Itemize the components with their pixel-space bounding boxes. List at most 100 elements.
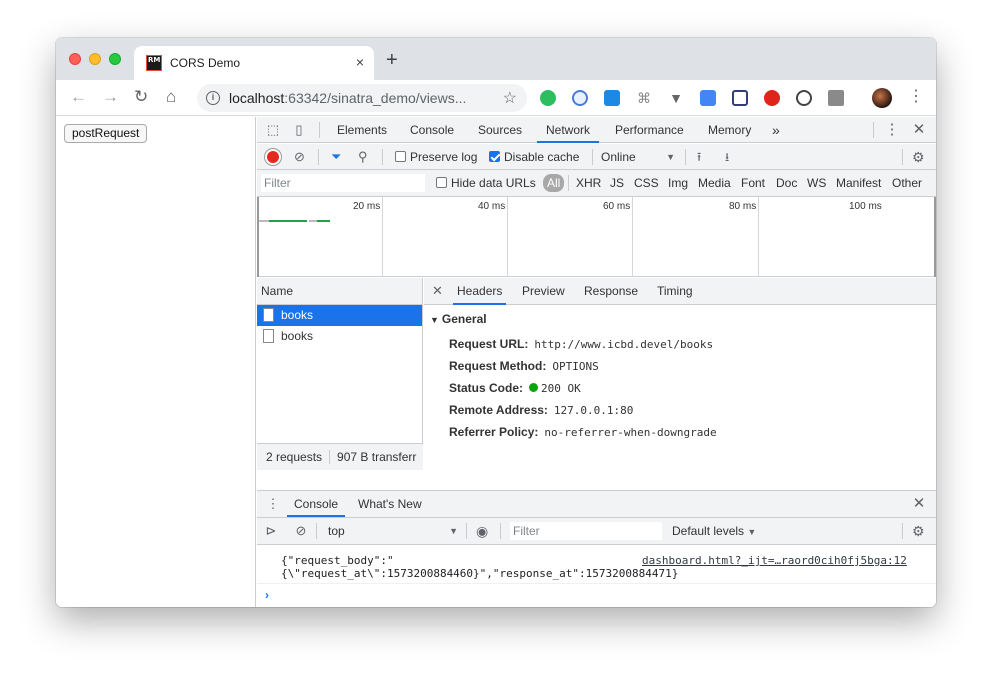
tab-network[interactable]: Network bbox=[537, 117, 600, 143]
filter-type-js[interactable]: JS bbox=[610, 176, 624, 190]
filter-type-media[interactable]: Media bbox=[698, 176, 731, 190]
general-request-url: Request URL: http://www.icbd.devel/books bbox=[449, 337, 714, 351]
filter-type-css[interactable]: CSS bbox=[634, 176, 659, 190]
home-icon[interactable]: ⌂ bbox=[166, 88, 176, 106]
divider bbox=[316, 523, 317, 539]
record-icon[interactable] bbox=[267, 151, 279, 163]
address-bar[interactable]: i localhost:63342/sinatra_demo/views... … bbox=[197, 84, 527, 112]
drawer-tab-console[interactable]: Console bbox=[287, 491, 346, 517]
close-details-icon[interactable]: ✕ bbox=[432, 283, 443, 299]
post-request-button[interactable]: postRequest bbox=[64, 124, 148, 143]
divider bbox=[257, 583, 936, 584]
filter-type-all[interactable]: All bbox=[543, 174, 565, 192]
tab-timing[interactable]: Timing bbox=[657, 278, 693, 305]
filter-type-xhr[interactable]: XHR bbox=[576, 176, 601, 190]
general-referrer-policy: Referrer Policy: no-referrer-when-downgra… bbox=[449, 425, 717, 439]
tab-elements[interactable]: Elements bbox=[337, 117, 387, 143]
live-expression-eye-icon[interactable]: ◉ bbox=[476, 524, 488, 538]
triangle-down-icon: ▼ bbox=[430, 315, 439, 325]
import-har-icon[interactable]: ⭱ bbox=[697, 150, 701, 164]
filter-type-doc[interactable]: Doc bbox=[776, 176, 797, 190]
general-section-toggle[interactable]: ▼ General bbox=[430, 312, 487, 326]
tab-console[interactable]: Console bbox=[410, 117, 454, 143]
console-settings-gear-icon[interactable]: ⚙ bbox=[912, 524, 925, 538]
block-extension-icon[interactable] bbox=[764, 90, 780, 106]
filter-type-font[interactable]: Font bbox=[741, 176, 765, 190]
drawer-tab-whats-new[interactable]: What's New bbox=[358, 491, 422, 517]
console-prompt[interactable]: › bbox=[265, 588, 269, 602]
bookmark-star-icon[interactable]: ☆ bbox=[503, 88, 517, 108]
clear-console-icon[interactable]: ⊘ bbox=[293, 523, 309, 539]
profile-avatar[interactable] bbox=[872, 88, 892, 108]
page-viewport: postRequest bbox=[56, 117, 256, 607]
extension-icon[interactable] bbox=[604, 90, 620, 106]
camera-extension-icon[interactable] bbox=[828, 90, 844, 106]
disable-cache-checkbox[interactable]: Disable cache bbox=[489, 150, 579, 164]
export-har-icon[interactable]: ⭳ bbox=[725, 150, 729, 164]
console-sidebar-icon[interactable]: ⊳ bbox=[263, 523, 279, 539]
site-info-icon[interactable]: i bbox=[206, 91, 220, 105]
overview-left-handle[interactable] bbox=[257, 197, 259, 277]
inspect-element-icon[interactable]: ⬚ bbox=[265, 122, 281, 138]
new-tab-button[interactable]: + bbox=[386, 50, 398, 70]
extension-icon[interactable] bbox=[732, 90, 748, 106]
evernote-extension-icon[interactable] bbox=[540, 90, 556, 106]
device-toolbar-icon[interactable]: ▯ bbox=[291, 122, 307, 138]
browser-tab[interactable]: RM CORS Demo × bbox=[134, 46, 374, 80]
name-column-header[interactable]: Name bbox=[257, 278, 422, 305]
browser-toolbar: ← → ↻ ⌂ i localhost:63342/sinatra_demo/v… bbox=[56, 80, 936, 116]
overview-tick-label: 100 ms bbox=[849, 201, 882, 212]
drawer-menu-icon[interactable]: ⋮ bbox=[265, 496, 281, 512]
log-levels-select[interactable]: Default levels ▼ bbox=[672, 524, 756, 539]
document-icon bbox=[263, 329, 274, 343]
window-close-button[interactable] bbox=[69, 53, 81, 65]
filter-type-manifest[interactable]: Manifest bbox=[836, 176, 881, 190]
search-icon[interactable]: ⚲ bbox=[358, 150, 368, 164]
console-message-source-link[interactable]: dashboard.html?_ijt=…raord0cih0fj5bga:12 bbox=[642, 554, 907, 567]
overview-tick-label: 20 ms bbox=[353, 201, 381, 212]
request-row[interactable]: books bbox=[257, 305, 422, 326]
overview-request-bar bbox=[309, 220, 317, 222]
preserve-log-checkbox[interactable]: Preserve log bbox=[395, 150, 477, 164]
divider bbox=[466, 523, 467, 539]
filter-type-img[interactable]: Img bbox=[668, 176, 688, 190]
tree-extension-icon[interactable]: ⌘ bbox=[636, 90, 652, 106]
forward-icon[interactable]: → bbox=[102, 88, 119, 106]
tab-sources[interactable]: Sources bbox=[478, 117, 522, 143]
filter-type-ws[interactable]: WS bbox=[807, 176, 826, 190]
translate-extension-icon[interactable] bbox=[700, 90, 716, 106]
back-icon[interactable]: ← bbox=[70, 88, 87, 106]
window-minimize-button[interactable] bbox=[89, 53, 101, 65]
filter-icon[interactable]: ⏷ bbox=[331, 150, 341, 164]
throttling-select[interactable]: Online ▼ bbox=[601, 150, 675, 164]
window-maximize-button[interactable] bbox=[109, 53, 121, 65]
tab-performance[interactable]: Performance bbox=[615, 117, 684, 143]
hide-data-urls-checkbox[interactable]: Hide data URLs bbox=[436, 176, 536, 190]
filter-type-other[interactable]: Other bbox=[892, 176, 922, 190]
tab-close-icon[interactable]: × bbox=[356, 54, 364, 70]
tab-preview[interactable]: Preview bbox=[522, 278, 565, 305]
rubymine-favicon-icon: RM bbox=[146, 55, 162, 71]
overview-gridline bbox=[758, 197, 759, 277]
request-row[interactable]: books bbox=[257, 326, 422, 347]
tab-headers[interactable]: Headers bbox=[453, 278, 507, 305]
close-drawer-icon[interactable]: ✕ bbox=[911, 496, 927, 512]
chrome-menu-icon[interactable]: ⋮ bbox=[908, 88, 924, 106]
info-extension-icon[interactable] bbox=[796, 90, 812, 106]
overview-right-handle[interactable] bbox=[934, 197, 936, 277]
more-tabs-icon[interactable]: » bbox=[772, 117, 780, 143]
console-filter-input[interactable]: Filter bbox=[510, 522, 662, 540]
network-toolbar: ⊘ ⏷ ⚲ Preserve log Disable cache Online ▼… bbox=[257, 144, 936, 170]
divider bbox=[902, 523, 903, 539]
network-filter-input[interactable]: Filter bbox=[261, 174, 425, 192]
settings-gear-icon[interactable]: ⚙ bbox=[912, 150, 925, 164]
clear-icon[interactable]: ⊘ bbox=[294, 150, 305, 164]
vue-extension-icon[interactable]: ▼ bbox=[668, 90, 684, 106]
tab-memory[interactable]: Memory bbox=[708, 117, 751, 143]
close-devtools-icon[interactable]: ✕ bbox=[911, 122, 927, 138]
reload-icon[interactable]: ↻ bbox=[134, 88, 148, 106]
context-select[interactable]: top ▼ bbox=[328, 524, 458, 538]
tab-response[interactable]: Response bbox=[584, 278, 638, 305]
extension-icon[interactable] bbox=[572, 90, 588, 106]
customize-menu-icon[interactable]: ⋮ bbox=[884, 122, 900, 138]
